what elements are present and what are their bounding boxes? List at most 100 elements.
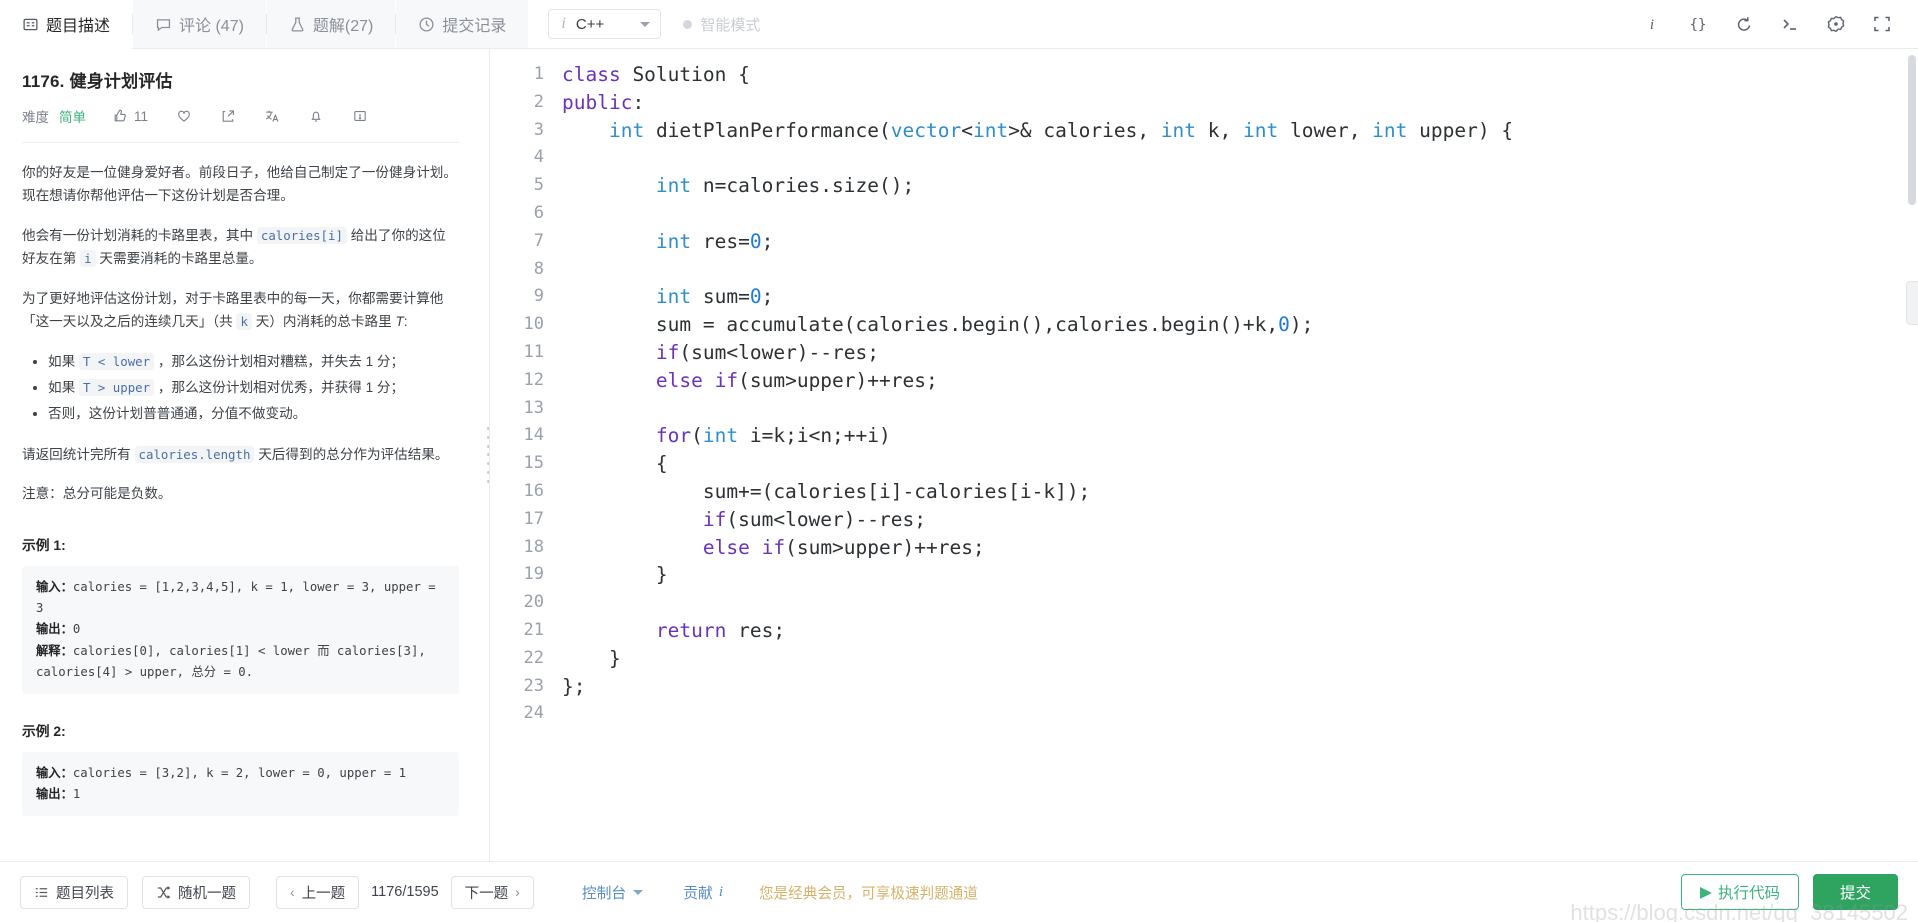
code-line[interactable]: 2 public: bbox=[490, 89, 1918, 117]
line-number: 22 bbox=[523, 647, 544, 668]
tab-label: 提交记录 bbox=[442, 18, 507, 35]
problem-counter: 1176/1595 bbox=[371, 884, 439, 900]
status-dot-icon bbox=[683, 19, 693, 29]
vip-notice[interactable]: 您是经典会员，可享极速判题通道 bbox=[759, 882, 978, 903]
tab-comments[interactable]: 评论 (47) bbox=[133, 0, 266, 48]
code-line[interactable]: 21 return res; bbox=[490, 617, 1918, 645]
code-line[interactable]: 12 else if(sum>upper)++res; bbox=[490, 367, 1918, 395]
code-line[interactable]: 8 bbox=[490, 256, 1918, 284]
code-line[interactable]: 11 if(sum<lower)--res; bbox=[490, 339, 1918, 367]
run-code-label: 执行代码 bbox=[1717, 885, 1780, 902]
bottom-toolbar: 题目列表 随机一题 ‹ 上一题 1176/1595 下一题 › 控制台 贡献 i… bbox=[0, 861, 1918, 922]
code-line[interactable]: 6 bbox=[490, 200, 1918, 228]
problem-meta: 难度 简单 11 bbox=[22, 106, 459, 126]
feedback-icon bbox=[354, 111, 366, 121]
like-button[interactable]: 11 bbox=[112, 108, 148, 124]
smart-mode-label: 智能模式 bbox=[700, 16, 761, 34]
contribute-link[interactable]: 贡献 i bbox=[683, 882, 723, 903]
code-line[interactable]: 20 bbox=[490, 589, 1918, 617]
code-line[interactable]: 14 for(int i=k;i<n;++i) bbox=[490, 422, 1918, 450]
editor-tools: i {} bbox=[1642, 0, 1918, 48]
favorite-button[interactable] bbox=[176, 108, 192, 124]
inline-code-calories-length: calories.length bbox=[134, 445, 255, 463]
fullscreen-icon[interactable] bbox=[1872, 14, 1892, 34]
code-line[interactable]: 5 int n=calories.size(); bbox=[490, 172, 1918, 200]
smart-mode-toggle[interactable]: 智能模式 bbox=[683, 0, 760, 48]
terminal-icon[interactable] bbox=[1780, 14, 1800, 34]
inline-code-k: k bbox=[236, 312, 252, 330]
next-problem-button[interactable]: 下一题 › bbox=[450, 875, 534, 909]
code-line[interactable]: 13 bbox=[490, 395, 1918, 423]
action-buttons: ▶ 执行代码 提交 bbox=[1681, 874, 1898, 910]
code-line-text: else if(sum>upper)++res; bbox=[655, 368, 938, 392]
editor-side-tab[interactable] bbox=[1906, 281, 1918, 325]
code-line-text: { bbox=[562, 452, 668, 476]
problem-list-button[interactable]: 题目列表 bbox=[20, 875, 128, 909]
share-button[interactable] bbox=[220, 108, 236, 124]
random-problem-label: 随机一题 bbox=[178, 885, 236, 902]
run-code-button[interactable]: ▶ 执行代码 bbox=[1681, 874, 1799, 910]
language-select[interactable]: i C++ bbox=[548, 9, 662, 39]
tab-solutions[interactable]: 题解(27) bbox=[266, 0, 396, 48]
editor-scrollbar[interactable] bbox=[1908, 55, 1916, 205]
translate-button[interactable] bbox=[264, 108, 280, 124]
code-line-text: }; bbox=[562, 674, 586, 698]
line-number: 9 bbox=[533, 286, 544, 307]
code-line[interactable]: 22 } bbox=[490, 645, 1918, 673]
line-number: 8 bbox=[533, 258, 544, 279]
code-line[interactable]: 17 if(sum<lower)--res; bbox=[490, 506, 1918, 534]
code-line-text: } bbox=[562, 646, 621, 670]
line-number: 14 bbox=[523, 425, 544, 446]
code-line[interactable]: 9 int sum=0; bbox=[490, 283, 1918, 311]
main-split: 1176. 健身计划评估 难度 简单 11 你的好友是一位健身爱好者。前段日子，… bbox=[0, 49, 1918, 861]
info-icon[interactable]: i bbox=[1642, 14, 1662, 34]
p4-text-b: 天后得到的总分作为评估结果。 bbox=[254, 446, 449, 462]
svg-text:{}: {} bbox=[1690, 17, 1707, 33]
code-line[interactable]: 24 bbox=[490, 700, 1918, 728]
tab-submissions[interactable]: 提交记录 bbox=[396, 0, 529, 48]
code-line[interactable]: 15 { bbox=[490, 450, 1918, 478]
code-line[interactable]: 16 sum+=(calories[i]-calories[i-k]); bbox=[490, 478, 1918, 506]
list-item: 否则，这份计划普普通通，分值不做变动。 bbox=[48, 401, 459, 427]
notify-button[interactable] bbox=[308, 108, 324, 124]
section-divider bbox=[22, 142, 459, 143]
code-line[interactable]: 3 int dietPlanPerformance(vector<int>& c… bbox=[490, 117, 1918, 145]
code-line[interactable]: 1 class Solution { bbox=[490, 61, 1918, 89]
example-value: 1 bbox=[72, 786, 81, 801]
code-line[interactable]: 7 int res=0; bbox=[490, 228, 1918, 256]
problem-note: 注意：总分可能是负数。 bbox=[22, 486, 172, 502]
code-line[interactable]: 4 bbox=[490, 144, 1918, 172]
line-number: 13 bbox=[523, 397, 544, 418]
tab-label: 评论 (47) bbox=[179, 18, 244, 35]
format-braces-icon[interactable]: {} bbox=[1688, 14, 1708, 34]
rule-pre: 如果 bbox=[48, 380, 79, 396]
language-selector-wrap: i C++ bbox=[528, 0, 662, 48]
line-number: 7 bbox=[533, 230, 544, 251]
report-button[interactable] bbox=[352, 108, 368, 124]
prev-problem-button[interactable]: ‹ 上一题 bbox=[276, 875, 360, 909]
code-line[interactable]: 18 else if(sum>upper)++res; bbox=[490, 534, 1918, 562]
settings-icon[interactable] bbox=[1826, 14, 1846, 34]
line-number: 21 bbox=[523, 619, 544, 640]
share-icon bbox=[222, 110, 234, 122]
line-number: 20 bbox=[523, 592, 544, 613]
console-toggle[interactable]: 控制台 bbox=[582, 882, 644, 903]
code-line[interactable]: 19 } bbox=[490, 561, 1918, 589]
tab-description[interactable]: 题目描述 bbox=[0, 0, 133, 49]
heart-icon bbox=[178, 110, 190, 122]
random-problem-button[interactable]: 随机一题 bbox=[142, 875, 250, 909]
info-icon: i bbox=[561, 15, 566, 32]
submit-label: 提交 bbox=[1839, 885, 1871, 902]
comment-icon bbox=[155, 16, 172, 33]
p3-text-c: : bbox=[403, 313, 408, 329]
problem-paragraph-1: 你的好友是一位健身爱好者。前段日子，他给自己制定了一份健身计划。现在想请你帮他评… bbox=[22, 165, 457, 204]
submit-button[interactable]: 提交 bbox=[1812, 874, 1898, 910]
code-line[interactable]: 23}; bbox=[490, 673, 1918, 701]
code-line[interactable]: 10 sum = accumulate(calories.begin(),cal… bbox=[490, 311, 1918, 339]
code-editor[interactable]: 1 class Solution {2 public: 3 int dietPlanP… bbox=[490, 49, 1918, 861]
rule-pre: 否则，这份计划普普通通，分值不做变动。 bbox=[48, 405, 307, 421]
problem-scroll: 1176. 健身计划评估 难度 简单 11 你的好友是一位健身爱好者。前段日子，… bbox=[0, 49, 489, 861]
line-number: 5 bbox=[533, 175, 544, 196]
line-number: 15 bbox=[523, 453, 544, 474]
reset-icon[interactable] bbox=[1734, 14, 1754, 34]
